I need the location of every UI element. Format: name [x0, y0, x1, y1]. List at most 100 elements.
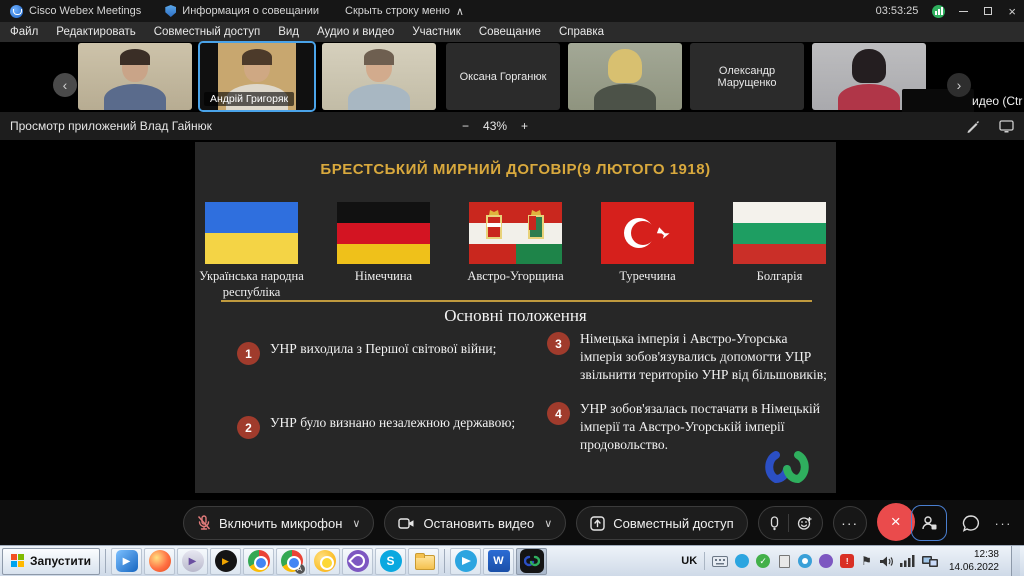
close-button[interactable]: × — [1008, 5, 1016, 18]
tray-flag-icon[interactable]: ⚑ — [861, 554, 872, 568]
strip-next-button[interactable]: › — [947, 73, 971, 97]
windows-taskbar: Запустити ▶ ▶ ▶ A S W UK — [0, 545, 1024, 576]
chat-icon — [961, 514, 981, 533]
flag-label: Австро-Угорщина — [467, 269, 563, 285]
network-signal-icon[interactable] — [900, 555, 915, 567]
point-number-badge: 1 — [237, 342, 260, 365]
chat-panel-button[interactable] — [961, 514, 981, 533]
tray-telegram-icon[interactable] — [735, 554, 749, 568]
taskbar-media-player[interactable]: ▶ — [111, 548, 142, 575]
recorder-icon[interactable] — [769, 516, 780, 531]
taskbar-firefox[interactable] — [144, 548, 175, 575]
volume-icon[interactable] — [879, 555, 893, 568]
zoom-level[interactable]: 43% — [483, 119, 507, 133]
strip-prev-button[interactable]: ‹ — [53, 73, 77, 97]
word-icon: W — [488, 550, 510, 572]
participant-name-tile[interactable]: Олександр Марущенко — [690, 43, 804, 110]
tray-antivirus-icon[interactable]: ✓ — [756, 554, 770, 568]
menu-help[interactable]: Справка — [559, 26, 604, 38]
flag-label: Українська народна республіка — [197, 269, 307, 300]
aimp-icon: ▶ — [215, 550, 237, 572]
maximize-button[interactable] — [984, 7, 992, 15]
flag-label: Болгарія — [757, 269, 803, 285]
slide-point-1: 1 УНР виходила з Першої світової війни; — [237, 340, 537, 365]
flag-item-turkey: Туреччина — [593, 202, 703, 300]
firefox-icon — [149, 550, 171, 572]
tray-alert-icon[interactable]: ! — [840, 554, 854, 568]
presentation-slide: БРЕСТСЬКИЙ МИРНИЙ ДОГОВІР(9 ЛЮТОГО 1918)… — [195, 142, 836, 493]
participant-video-tile[interactable] — [568, 43, 682, 110]
start-button[interactable]: Запустити — [2, 548, 100, 575]
viber-icon — [347, 550, 369, 572]
slide-point-3: 3 Німецька імперія і Австро-Угорська імп… — [547, 330, 829, 385]
participant-video-tile[interactable] — [78, 43, 192, 110]
webex-logo-icon — [10, 5, 23, 18]
hide-menu-button[interactable]: Скрыть строку меню ∧ — [345, 5, 464, 18]
taskbar-chrome-canary[interactable] — [309, 548, 340, 575]
taskbar-skype[interactable]: S — [375, 548, 406, 575]
taskbar-explorer[interactable] — [408, 548, 439, 575]
taskbar-chrome-profile[interactable]: A — [276, 548, 307, 575]
menu-participant[interactable]: Участник — [412, 26, 461, 38]
display-icon[interactable] — [999, 120, 1014, 133]
flag-germany-icon — [337, 202, 430, 264]
zoom-out-button[interactable]: − — [462, 119, 469, 133]
menu-file[interactable]: Файл — [10, 26, 38, 38]
dual-monitor-icon[interactable] — [922, 555, 938, 568]
taskbar-viber[interactable] — [342, 548, 373, 575]
flag-item-germany: Німеччина — [329, 202, 439, 300]
flag-austria-hungary-icon — [469, 202, 562, 264]
menu-edit[interactable]: Редактировать — [56, 26, 135, 38]
participants-panel-button[interactable] — [911, 505, 947, 541]
menu-meeting[interactable]: Совещание — [479, 26, 541, 38]
share-content-button[interactable]: Совместный доступ — [576, 506, 747, 540]
more-panels-button[interactable]: ··· — [995, 516, 1013, 531]
kmplayer-icon: ▶ — [182, 550, 204, 572]
leave-meeting-button[interactable]: × — [877, 503, 915, 541]
language-indicator[interactable]: UK — [681, 555, 697, 567]
more-options-button[interactable]: ··· — [833, 506, 867, 540]
stop-video-button[interactable]: Остановить видео ∨ — [384, 506, 566, 540]
chevron-down-icon[interactable]: ∨ — [352, 517, 360, 530]
show-desktop-button[interactable] — [1011, 546, 1020, 576]
tray-clock[interactable]: 12:38 14.06.2022 — [949, 548, 999, 574]
divider — [788, 514, 789, 532]
shield-icon — [165, 5, 176, 17]
zoom-in-button[interactable]: + — [521, 119, 528, 133]
taskbar-telegram[interactable] — [450, 548, 481, 575]
taskbar-aimp[interactable]: ▶ — [210, 548, 241, 575]
flag-turkey-icon — [601, 202, 694, 264]
tray-browser-icon[interactable] — [798, 554, 812, 568]
taskbar-kmplayer[interactable]: ▶ — [177, 548, 208, 575]
connection-quality-icon — [932, 5, 945, 18]
active-speaker-tile[interactable]: Андрій Григоряк — [200, 43, 314, 110]
menu-view[interactable]: Вид — [278, 26, 299, 38]
arrow-right-icon: › — [957, 77, 962, 93]
app-title-group: Cisco Webex Meetings — [10, 5, 141, 18]
participant-video-tile[interactable] — [322, 43, 436, 110]
reactions-icon[interactable] — [797, 516, 812, 531]
annotate-icon[interactable] — [966, 120, 979, 133]
minimize-button[interactable] — [959, 11, 968, 12]
chevron-down-icon[interactable]: ∨ — [544, 517, 552, 530]
system-tray: UK ✓ ! ⚑ 12:38 14.06.2022 — [681, 546, 1024, 576]
participant-silhouette — [364, 49, 394, 65]
taskbar-webex-active[interactable] — [516, 548, 547, 575]
slide-title: БРЕСТСЬКИЙ МИРНИЙ ДОГОВІР(9 ЛЮТОГО 1918) — [195, 161, 836, 178]
menu-audio-video[interactable]: Аудио и видео — [317, 26, 394, 38]
windows-logo-icon — [11, 554, 25, 568]
meeting-timer: 03:53:25 — [876, 5, 919, 17]
menu-share[interactable]: Совместный доступ — [154, 26, 260, 38]
tray-viber-icon[interactable] — [819, 554, 833, 568]
keyboard-icon[interactable] — [712, 556, 728, 567]
menu-bar: Файл Редактировать Совместный доступ Вид… — [0, 22, 1024, 42]
participant-name-tile[interactable]: Оксана Горганюк — [446, 43, 560, 110]
taskbar-chrome[interactable] — [243, 548, 274, 575]
media-player-icon: ▶ — [116, 550, 138, 572]
unmute-button[interactable]: Включить микрофон ∨ — [183, 506, 374, 540]
taskbar-word[interactable]: W — [483, 548, 514, 575]
meeting-info-label: Информация о совещании — [182, 5, 319, 17]
tray-clipboard-icon[interactable] — [777, 554, 791, 568]
tray-date: 14.06.2022 — [949, 561, 999, 574]
meeting-info-button[interactable]: Информация о совещании — [165, 5, 319, 17]
